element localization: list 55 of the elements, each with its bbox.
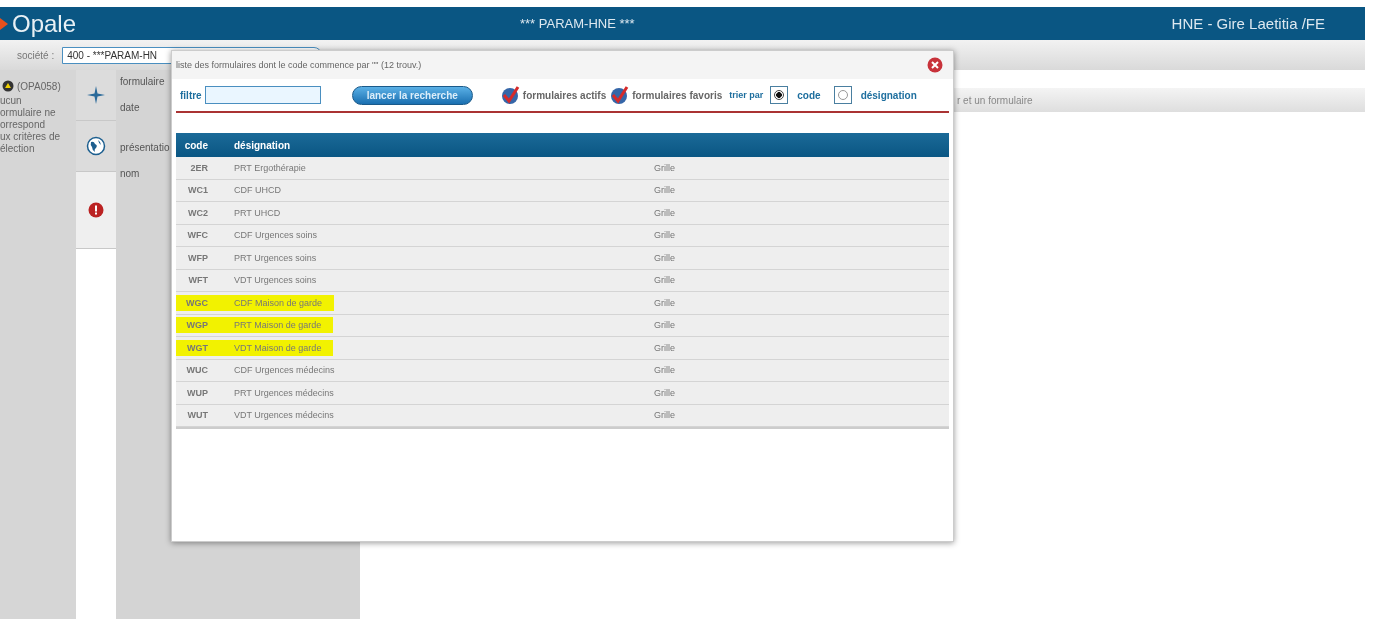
field-label: nom — [120, 168, 140, 181]
table-cell-text: Grille — [654, 252, 676, 263]
table-cell: CDF Urgences soins — [234, 230, 318, 241]
table-cell-text: WFC — [186, 230, 209, 241]
field-label: formulaire — [120, 76, 165, 89]
table-cell: PRT Urgences médecins — [234, 387, 334, 398]
table-cell-text: Grille — [654, 162, 676, 173]
table-cell-text: Grille — [654, 387, 676, 398]
table-cell: CDF Maison de garde — [234, 294, 335, 311]
table-cell-text: Grille — [654, 275, 676, 286]
filter-label: filtre — [180, 89, 202, 101]
table-cell-text: Grille — [654, 342, 676, 353]
table-cell-text: Grille — [654, 410, 676, 421]
table-cell-text: Grille — [654, 185, 676, 196]
company-label: société : — [17, 49, 55, 61]
table-cell-text: WUP — [186, 387, 209, 398]
table-cell-text: WFP — [187, 252, 209, 263]
table-cell: PRT Ergothérapie — [234, 162, 306, 173]
message-text: ucun ormulaire ne orrespond ux critères de élection — [0, 95, 62, 155]
table-cell: WGC — [176, 294, 234, 311]
environment-title: *** PARAM-HNE *** — [520, 16, 636, 31]
table-cell-text: Grille — [654, 297, 676, 308]
table-cell: WGP — [176, 317, 234, 334]
sort-label: trier par — [729, 90, 764, 100]
table-cell-text: Grille — [654, 365, 676, 376]
app-logo: Opale — [12, 9, 77, 38]
table-cell: CDF Urgences médecins — [234, 365, 335, 376]
table-cell: VDT Urgences soins — [234, 275, 317, 286]
table-cell-text: Grille — [654, 207, 676, 218]
table-cell-text: Grille — [654, 320, 676, 331]
table-cell: PRT Maison de garde — [234, 317, 334, 334]
radio-label: désignation — [860, 89, 917, 101]
table-cell-text: WC1 — [187, 185, 209, 196]
checkbox-label: formulaires actifs — [522, 89, 607, 101]
table-cell: CDF UHCD — [234, 185, 281, 196]
message-code: (OPA058) — [17, 80, 61, 92]
table-cell: VDT Urgences médecins — [234, 410, 334, 421]
column-header: code — [183, 139, 209, 151]
table-cell: WGT — [176, 339, 234, 356]
table-cell: PRT UHCD — [234, 207, 281, 218]
table-cell-text: 2ER — [189, 162, 209, 173]
field-label: date — [120, 102, 140, 115]
checkbox-label: formulaires favoris — [632, 89, 723, 101]
table-cell: VDT Maison de garde — [234, 339, 334, 356]
table-cell-text: WC2 — [187, 207, 209, 218]
table-cell-text: WUC — [185, 365, 209, 376]
user-name: HNE - Gire Laetitia /FE — [1171, 15, 1325, 32]
column-header: désignation — [234, 139, 292, 151]
table-cell-text: WUT — [186, 410, 209, 421]
table-cell-text: WFT — [187, 275, 209, 286]
table-cell-text: Grille — [654, 230, 676, 241]
hint-text: r et un formulaire — [957, 94, 1033, 106]
radio-label: code — [797, 89, 821, 101]
field-label: présentatio — [120, 142, 170, 155]
table-cell: PRT Urgences soins — [234, 252, 317, 263]
